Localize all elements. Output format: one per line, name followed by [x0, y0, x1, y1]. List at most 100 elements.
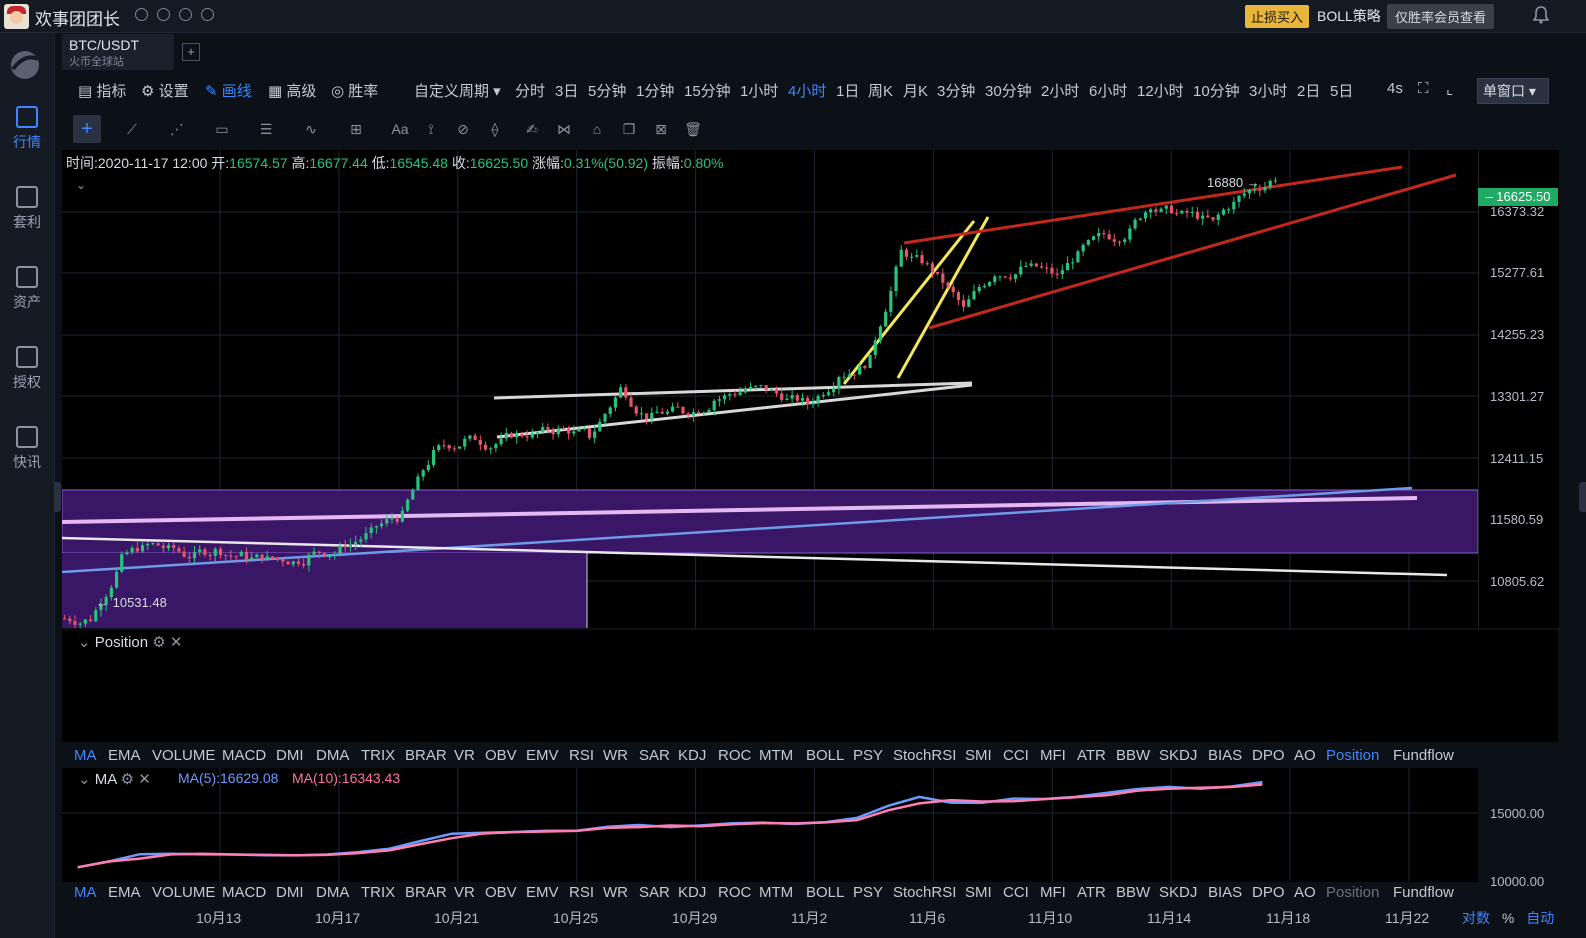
indicator-tab-bbw[interactable]: BBW: [1116, 747, 1150, 764]
indicator-tab-ao[interactable]: AO: [1294, 747, 1316, 764]
indicator-tab-brar[interactable]: BRAR: [405, 747, 447, 764]
indicator-tab-bias[interactable]: BIAS: [1208, 747, 1242, 764]
trendline-tool-icon[interactable]: ⟋: [121, 118, 143, 140]
period-10[interactable]: 3分钟: [937, 80, 975, 101]
indicator-tab-cci[interactable]: CCI: [1003, 884, 1029, 901]
strategy-label[interactable]: BOLL策略: [1317, 6, 1381, 26]
indicator-tab-mtm[interactable]: MTM: [759, 884, 793, 901]
indicator-tab-obv[interactable]: OBV: [485, 884, 517, 901]
indicator-tab-vr[interactable]: VR: [454, 884, 475, 901]
period-14[interactable]: 12小时: [1137, 80, 1184, 101]
indicator-tab-ma[interactable]: MA: [74, 884, 97, 901]
indicator-tab-rsi[interactable]: RSI: [569, 747, 594, 764]
indicator-tab-stochrsi[interactable]: StochRSI: [893, 884, 956, 901]
chevron-down-icon[interactable]: ⌄: [76, 178, 86, 192]
period-1[interactable]: 3日: [555, 80, 578, 101]
log-scale-toggle[interactable]: 对数: [1462, 910, 1490, 926]
indicators-button[interactable]: ▤ 指标: [78, 80, 126, 101]
indicator-tab-psy[interactable]: PSY: [853, 747, 883, 764]
trash-icon[interactable]: 🗑: [682, 118, 704, 140]
measure-tool-icon[interactable]: ⊞: [345, 118, 367, 140]
copy-tool-icon[interactable]: ❐: [618, 118, 640, 140]
text-tool-icon[interactable]: Aa: [389, 118, 411, 140]
indicator-tab-boll[interactable]: BOLL: [806, 747, 844, 764]
indicator-tab-vr[interactable]: VR: [454, 747, 475, 764]
indicator-tab-wr[interactable]: WR: [603, 747, 628, 764]
window-mode-select[interactable]: 单窗口 ▾: [1477, 78, 1549, 104]
sidebar-item-market[interactable]: 行情: [0, 106, 54, 152]
indicator-tab-emv[interactable]: EMV: [526, 747, 559, 764]
indicator-tab-mfi[interactable]: MFI: [1040, 884, 1066, 901]
period-11[interactable]: 30分钟: [985, 80, 1032, 101]
indicator-tab-trix[interactable]: TRIX: [361, 884, 395, 901]
indicator-tab-cci[interactable]: CCI: [1003, 747, 1029, 764]
auto-scale-toggle[interactable]: 自动: [1526, 910, 1554, 926]
chevron-down-icon[interactable]: ⌄: [78, 634, 95, 651]
close-icon[interactable]: ✕: [170, 634, 183, 651]
indicator-tab-dmi[interactable]: DMI: [276, 747, 304, 764]
indicator-tab-bbw[interactable]: BBW: [1116, 884, 1150, 901]
indicator-tab-wr[interactable]: WR: [603, 884, 628, 901]
parallel-tool-icon[interactable]: ☰: [255, 118, 277, 140]
fib-tool-icon[interactable]: ⋰: [166, 118, 188, 140]
period-18[interactable]: 5日: [1330, 80, 1353, 101]
indicator-tab-roc[interactable]: ROC: [718, 884, 751, 901]
period-16[interactable]: 3小时: [1249, 80, 1287, 101]
indicator-tab-stochrsi[interactable]: StochRSI: [893, 747, 956, 764]
member-view-button[interactable]: 仅胜率会员查看: [1387, 4, 1495, 29]
period-2[interactable]: 5分钟: [588, 80, 626, 101]
collapse-left-handle[interactable]: [54, 482, 61, 512]
indicator-tab-dpo[interactable]: DPO: [1252, 747, 1285, 764]
indicator-tab-dma[interactable]: DMA: [316, 747, 349, 764]
screenshot-icon[interactable]: ⌞: [1446, 80, 1453, 98]
indicator-tab-skdj[interactable]: SKDJ: [1159, 747, 1197, 764]
indicator-tab-trix[interactable]: TRIX: [361, 747, 395, 764]
refresh-interval[interactable]: 4s: [1387, 80, 1403, 97]
indicator-tab-brar[interactable]: BRAR: [405, 884, 447, 901]
indicator-tab-volume[interactable]: VOLUME: [152, 884, 215, 901]
period-17[interactable]: 2日: [1297, 80, 1320, 101]
period-0[interactable]: 分时: [515, 80, 545, 101]
gear-icon[interactable]: ⚙: [152, 634, 165, 651]
period-6[interactable]: 4小时: [788, 80, 826, 101]
indicator-tab-ma[interactable]: MA: [74, 747, 97, 764]
period-4[interactable]: 15分钟: [684, 80, 731, 101]
indicator-tab-rsi[interactable]: RSI: [569, 884, 594, 901]
indicator-tab-roc[interactable]: ROC: [718, 747, 751, 764]
indicator-tab-bias[interactable]: BIAS: [1208, 884, 1242, 901]
period-13[interactable]: 6小时: [1089, 80, 1127, 101]
winrate-button[interactable]: ◎ 胜率: [331, 80, 378, 101]
indicator-tab-obv[interactable]: OBV: [485, 747, 517, 764]
sidebar-item-auth[interactable]: 授权: [0, 346, 54, 392]
advanced-button[interactable]: ▦ 高级: [268, 80, 316, 101]
indicator-tab-macd[interactable]: MACD: [222, 884, 266, 901]
period-15[interactable]: 10分钟: [1193, 80, 1240, 101]
period-5[interactable]: 1小时: [740, 80, 778, 101]
indicator-tab-mtm[interactable]: MTM: [759, 747, 793, 764]
brush-tool-icon[interactable]: ✍: [521, 118, 543, 140]
sidebar-item-news[interactable]: 快讯: [0, 426, 54, 472]
indicator-tab-kdj[interactable]: KDJ: [678, 884, 706, 901]
indicator-tab-sar[interactable]: SAR: [639, 884, 670, 901]
sidebar-item-assets[interactable]: 资产: [0, 266, 54, 312]
period-7[interactable]: 1日: [836, 80, 859, 101]
indicator-tab-volume[interactable]: VOLUME: [152, 747, 215, 764]
pattern-tool-icon[interactable]: ⋈: [553, 118, 575, 140]
indicator-tab-kdj[interactable]: KDJ: [678, 747, 706, 764]
collapse-right-handle[interactable]: [1579, 482, 1586, 512]
chevron-down-icon[interactable]: ⌄: [78, 771, 95, 788]
custom-period-dropdown[interactable]: 自定义周期 ▾: [414, 80, 501, 101]
indicator-tab-sar[interactable]: SAR: [639, 747, 670, 764]
indicator-tab-atr[interactable]: ATR: [1077, 747, 1106, 764]
indicator-tab-atr[interactable]: ATR: [1077, 884, 1106, 901]
magnet-tool-icon[interactable]: ⟟: [420, 118, 442, 140]
indicator-tab-mfi[interactable]: MFI: [1040, 747, 1066, 764]
indicator-tab-position[interactable]: Position: [1326, 884, 1379, 901]
gear-icon[interactable]: ⚙: [121, 771, 134, 788]
template-tool-icon[interactable]: ⊠: [650, 118, 672, 140]
ruler-tool-icon[interactable]: ⟠: [484, 118, 506, 140]
rectangle-tool-icon[interactable]: ▭: [211, 118, 233, 140]
sidebar-item-arbitrage[interactable]: 套利: [0, 186, 54, 232]
indicator-tab-dpo[interactable]: DPO: [1252, 884, 1285, 901]
percent-scale-toggle[interactable]: %: [1502, 910, 1514, 926]
